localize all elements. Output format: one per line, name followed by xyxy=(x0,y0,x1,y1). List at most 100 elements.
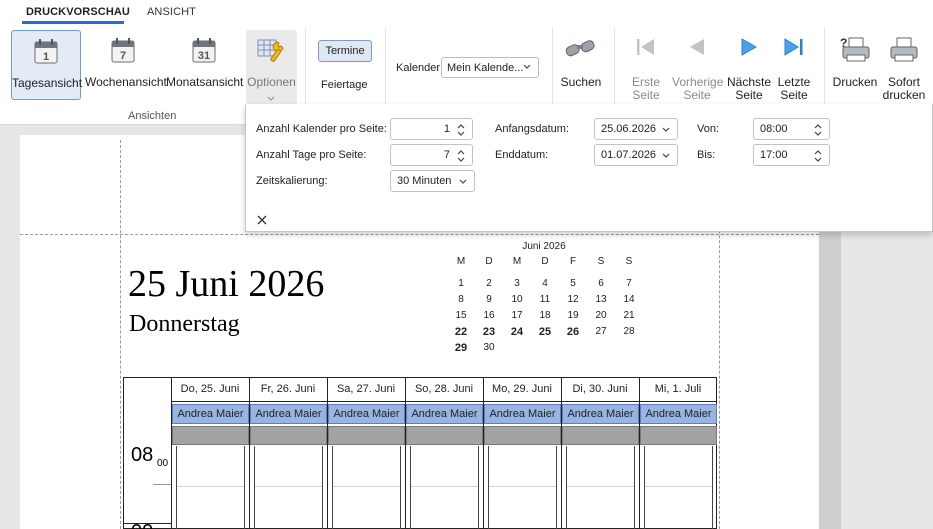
month-icon-number: 31 xyxy=(198,50,210,62)
all-day-cell xyxy=(328,426,405,445)
mini-calendar-day[interactable]: 23 xyxy=(475,326,503,338)
time-slot[interactable] xyxy=(488,446,557,529)
day-view-label: Tagesansicht xyxy=(12,76,83,90)
tab-druckvorschau[interactable]: DRUCKVORSCHAU xyxy=(26,6,130,18)
group-label-ansichten: Ansichten xyxy=(128,110,177,122)
mini-calendar-day[interactable]: 13 xyxy=(587,294,615,305)
mini-calendar-day[interactable]: 21 xyxy=(615,310,643,321)
first-page-button[interactable]: Erste Seite xyxy=(624,30,668,102)
mini-calendar-day[interactable]: 2 xyxy=(475,278,503,289)
mini-calendar-day[interactable]: 5 xyxy=(559,278,587,289)
mini-calendar-day[interactable]: 16 xyxy=(475,310,503,321)
mini-calendar-day[interactable]: 29 xyxy=(447,342,475,354)
mini-calendar-day[interactable]: 20 xyxy=(587,310,615,321)
from-time-value: 08:00 xyxy=(760,123,788,135)
from-time-spinner[interactable]: 08:00 xyxy=(753,118,830,140)
last-page-icon xyxy=(782,36,806,61)
mini-calendar-day[interactable]: 24 xyxy=(503,326,531,338)
time-scale-dropdown[interactable]: 30 Minuten xyxy=(390,170,475,192)
margin-guide-left xyxy=(120,140,121,529)
time-slot[interactable] xyxy=(644,446,713,529)
binoculars-icon xyxy=(564,36,598,65)
month-view-button[interactable]: 31 Monatsansicht xyxy=(166,30,243,100)
next-page-button[interactable]: Nächste Seite xyxy=(727,30,772,102)
spinner-updown-icon xyxy=(457,124,465,136)
all-day-cell xyxy=(484,426,561,445)
print-now-button[interactable]: Sofort drucken xyxy=(881,30,927,102)
half-hour-line xyxy=(645,486,712,487)
mini-calendar-day[interactable]: 10 xyxy=(503,294,531,305)
mini-calendar-day[interactable]: 15 xyxy=(447,310,475,321)
half-hour-line xyxy=(411,486,478,487)
day-header: Fr, 26. Juni xyxy=(249,378,327,402)
end-date-picker[interactable]: 01.07.2026 xyxy=(594,144,678,166)
last-page-button[interactable]: Letzte Seite xyxy=(773,30,815,102)
feiertage-button[interactable]: Feiertage xyxy=(321,79,367,91)
day-view-button[interactable]: 1 Tagesansicht xyxy=(11,30,83,100)
spinner-updown-icon xyxy=(457,150,465,162)
mini-calendar-day[interactable]: 19 xyxy=(559,310,587,321)
mini-calendar-day[interactable]: 26 xyxy=(559,326,587,338)
options-button[interactable]: Optionen xyxy=(246,30,297,108)
mini-calendar-day[interactable]: 27 xyxy=(587,326,615,337)
close-icon[interactable] xyxy=(256,214,268,226)
time-slot[interactable] xyxy=(332,446,401,529)
mini-calendar-day[interactable]: 8 xyxy=(447,294,475,305)
resource-cell: Andrea Maier xyxy=(172,404,249,424)
half-hour-line xyxy=(489,486,556,487)
mini-calendar-day[interactable]: 4 xyxy=(531,278,559,289)
chevron-down-icon xyxy=(662,153,670,158)
time-scale-label: Zeitskalierung: xyxy=(256,175,328,187)
chevron-down-icon xyxy=(523,64,531,69)
time-slot[interactable] xyxy=(176,446,245,529)
days-per-page-value: 7 xyxy=(443,149,450,161)
mini-calendar-day[interactable]: 9 xyxy=(475,294,503,305)
calendars-per-page-spinner[interactable]: 1 xyxy=(390,118,473,140)
day-header: Di, 30. Juni xyxy=(561,378,639,402)
tab-ansicht[interactable]: ANSICHT xyxy=(147,6,196,18)
day-header: Sa, 27. Juni xyxy=(327,378,405,402)
mini-calendar-day[interactable]: 6 xyxy=(587,278,615,289)
mini-calendar-weekday: D xyxy=(541,256,549,267)
day-header: Mi, 1. Juli xyxy=(639,378,717,402)
start-date-picker[interactable]: 25.06.2026 xyxy=(594,118,678,140)
time-slot[interactable] xyxy=(254,446,323,529)
calendar-combobox[interactable]: Mein Kalende... xyxy=(441,57,539,78)
next-page-icon xyxy=(737,36,761,61)
margin-guide-horizontal xyxy=(20,234,819,235)
mini-calendar-day[interactable]: 30 xyxy=(475,342,503,353)
previous-page-button[interactable]: Vorherige Seite xyxy=(672,30,723,102)
mini-calendar-day[interactable]: 25 xyxy=(531,326,559,338)
options-label: Optionen xyxy=(247,75,296,89)
search-button[interactable]: Suchen xyxy=(557,30,605,100)
first-page-label: Erste Seite xyxy=(631,75,660,102)
time-slot[interactable] xyxy=(410,446,479,529)
options-wrench-icon xyxy=(257,36,287,67)
mini-calendar-day[interactable]: 22 xyxy=(447,326,475,338)
day-header: So, 28. Juni xyxy=(405,378,483,402)
end-date-value: 01.07.2026 xyxy=(601,149,657,161)
time-slot[interactable] xyxy=(566,446,635,529)
mini-calendar-day[interactable]: 17 xyxy=(503,310,531,321)
to-time-label: Bis: xyxy=(697,149,716,161)
half-hour-line xyxy=(333,486,400,487)
to-time-spinner[interactable]: 17:00 xyxy=(753,144,830,166)
print-button[interactable]: ? Drucken xyxy=(831,30,879,100)
mini-calendar-day[interactable]: 14 xyxy=(615,294,643,305)
mini-calendar-day[interactable]: 1 xyxy=(447,278,475,289)
mini-calendar-day[interactable]: 18 xyxy=(531,310,559,321)
mini-calendar-day[interactable]: 28 xyxy=(615,326,643,337)
day-header: Mo, 29. Juni xyxy=(483,378,561,402)
termine-toggle[interactable]: Termine xyxy=(318,40,372,62)
mini-calendar-day[interactable]: 3 xyxy=(503,278,531,289)
to-time-value: 17:00 xyxy=(760,149,788,161)
mini-calendar-day[interactable]: 12 xyxy=(559,294,587,305)
week-view-button[interactable]: 7 Wochenansicht xyxy=(85,30,167,100)
days-per-page-label: Anzahl Tage pro Seite: xyxy=(256,149,367,161)
days-per-page-spinner[interactable]: 7 xyxy=(390,144,473,166)
mini-calendar-day[interactable]: 7 xyxy=(615,278,643,289)
all-day-cell xyxy=(562,426,639,445)
mini-calendar-day[interactable]: 11 xyxy=(531,294,559,305)
start-date-value: 25.06.2026 xyxy=(601,123,657,135)
next-page-label: Nächste Seite xyxy=(727,75,772,102)
